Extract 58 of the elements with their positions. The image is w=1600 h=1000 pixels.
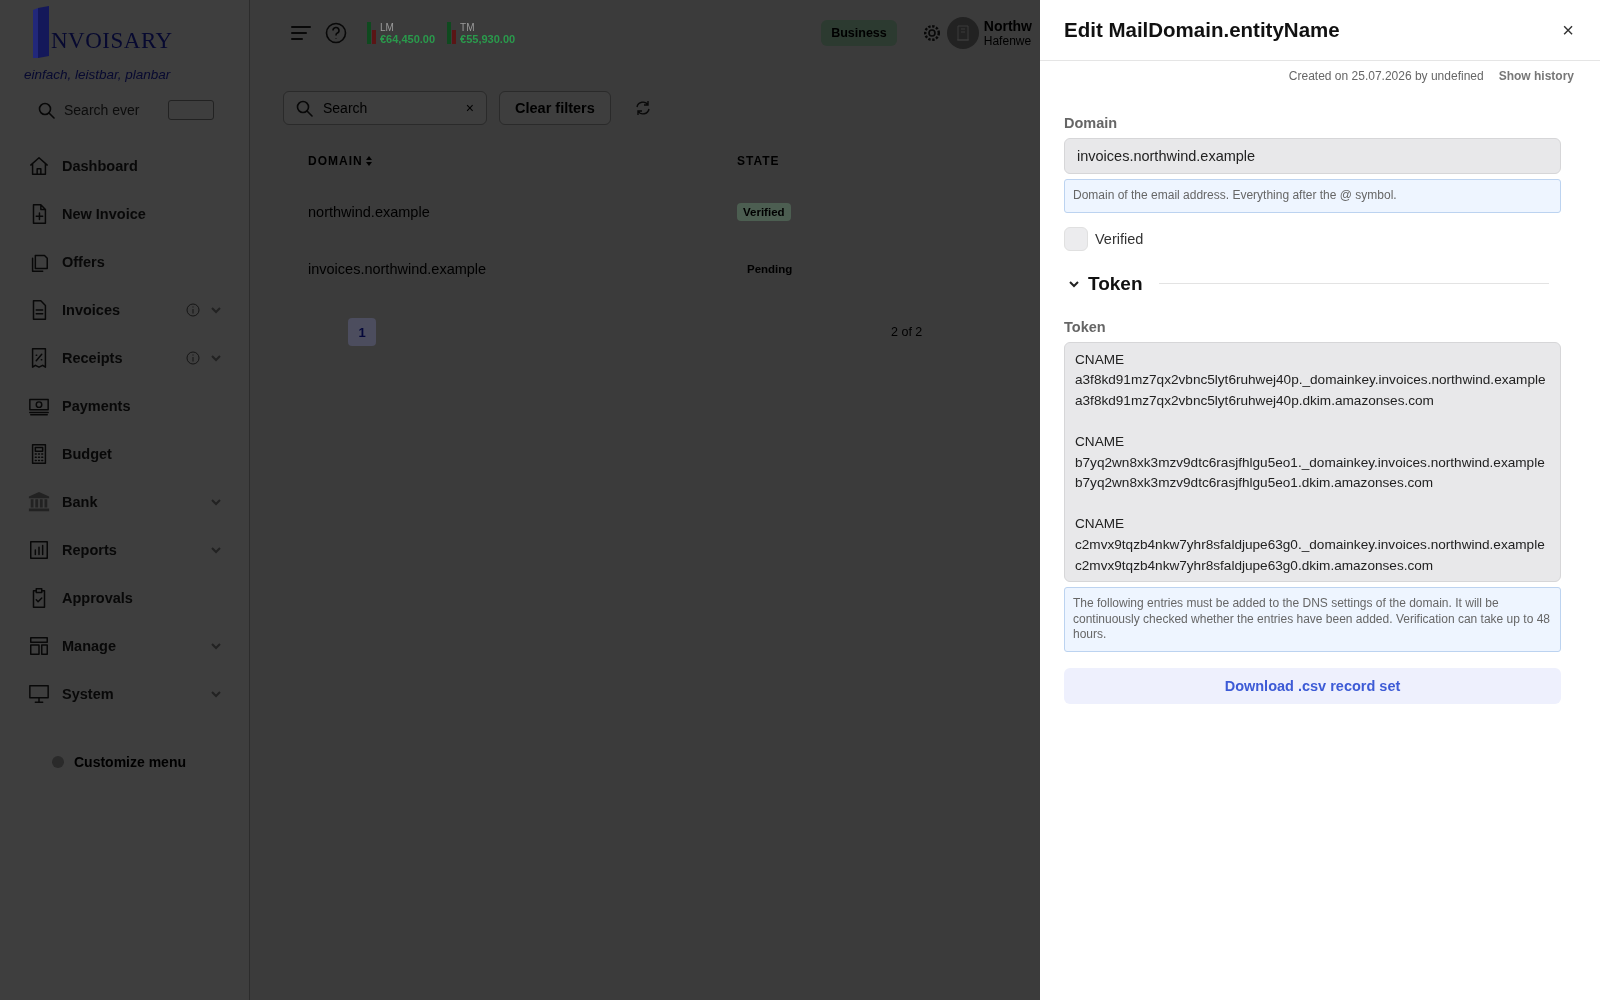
clear-filters-button[interactable]: Clear filters [499, 91, 611, 125]
column-header: STATE [737, 154, 781, 168]
sort-icon [364, 155, 373, 167]
logo-bar-icon [33, 6, 49, 58]
shortcut-key [168, 100, 214, 120]
layout-icon [28, 635, 50, 657]
checkbox[interactable] [1064, 226, 1088, 251]
menu-icon [291, 25, 311, 41]
help-icon [325, 22, 347, 44]
info-icon [186, 303, 200, 317]
bar-chart-icon [367, 22, 376, 44]
customize-menu-link[interactable]: Customize menu [74, 754, 186, 770]
company-avatar[interactable] [946, 17, 979, 49]
section-title: Token [1088, 272, 1143, 295]
field-label: Domain [1064, 115, 1119, 131]
table-cell-text: invoices.northwind.example [308, 260, 488, 277]
chevron-down-icon [210, 352, 222, 364]
refresh-icon [634, 100, 651, 116]
status-badge: Verified [737, 202, 791, 221]
drawer-title: Edit MailDomain.entityName [1064, 18, 1340, 42]
info-icon [186, 351, 200, 365]
created-info: Created on 25.07.2026 by undefined [1288, 69, 1484, 83]
show-history-link[interactable]: Show history [1498, 69, 1574, 83]
search-icon [38, 101, 55, 119]
house-icon [28, 155, 50, 177]
monitor-icon [28, 683, 50, 705]
field-hint: The following entries must be added to the DNS settings of the domain. It will be continuously checked whether the entries have been added. Verification can take up to 48 hours. [1064, 587, 1561, 652]
stat-value: €55,930.00 [460, 32, 516, 45]
field-hint: Domain of the email address. Everything after the @ symbol. [1064, 179, 1561, 213]
stat-label: TM [460, 21, 476, 33]
chart-icon [28, 539, 50, 561]
download-button[interactable]: Download .csv record set [1064, 667, 1561, 704]
close-button[interactable]: × [1562, 18, 1574, 42]
settings-icon [922, 24, 941, 42]
search-field[interactable]: Search × [283, 91, 487, 125]
chevron-down-icon [210, 304, 222, 316]
page-button[interactable]: 1 [348, 318, 376, 346]
plan-badge: Business [821, 20, 897, 46]
company-address: Hafenwe [983, 34, 1032, 48]
bar-chart-icon [447, 22, 457, 44]
chevron-down-icon [210, 688, 222, 700]
domain-input[interactable]: invoices.northwind.example [1064, 138, 1561, 174]
stat-label: LM [380, 21, 395, 33]
page-summary: 2 of 2 [890, 325, 924, 339]
chevron-down-icon [210, 544, 222, 556]
field-label: Token [1064, 318, 1107, 335]
table-cell-text: northwind.example [308, 203, 431, 220]
logo-text: NVOISARY [51, 29, 173, 55]
search-icon [296, 99, 313, 117]
bank-icon [28, 491, 50, 513]
checkbox-label: Verified [1095, 230, 1144, 247]
stat-value: €64,450.00 [380, 32, 436, 45]
chevron-down-icon [210, 496, 222, 508]
chevron-down-icon [210, 640, 222, 652]
column-header[interactable]: DOMAIN [308, 154, 737, 168]
status-label: Pending [746, 261, 794, 277]
company-name: Northw [983, 18, 1032, 34]
token-textarea[interactable]: CNAME a3f8kd91mz7qx2vbnc5lyt6ruhwej40p._domainkey.invoices.northwind.example a3f8kd91mz7qx2vbnc5lyt6ruhwej40p.dkim.amazonses.com CNAME b7yq2wn8xk3mzv9dtc6rasjfhlgu5eo1._domainkey.invoices.northwind.example b7yq2wn8xk3mzv9dtc6rasjfhlgu5eo1.dkim.amazonses.com CNAME c2mvx9tqzb4nkw7yhr8sfaldjupe63g0._domainkey.invoices.northwind.example c2mvx9tqzb4nkw7yhr8sfaldjupe63g0.dkim.amazonses.com [1064, 341, 1561, 583]
